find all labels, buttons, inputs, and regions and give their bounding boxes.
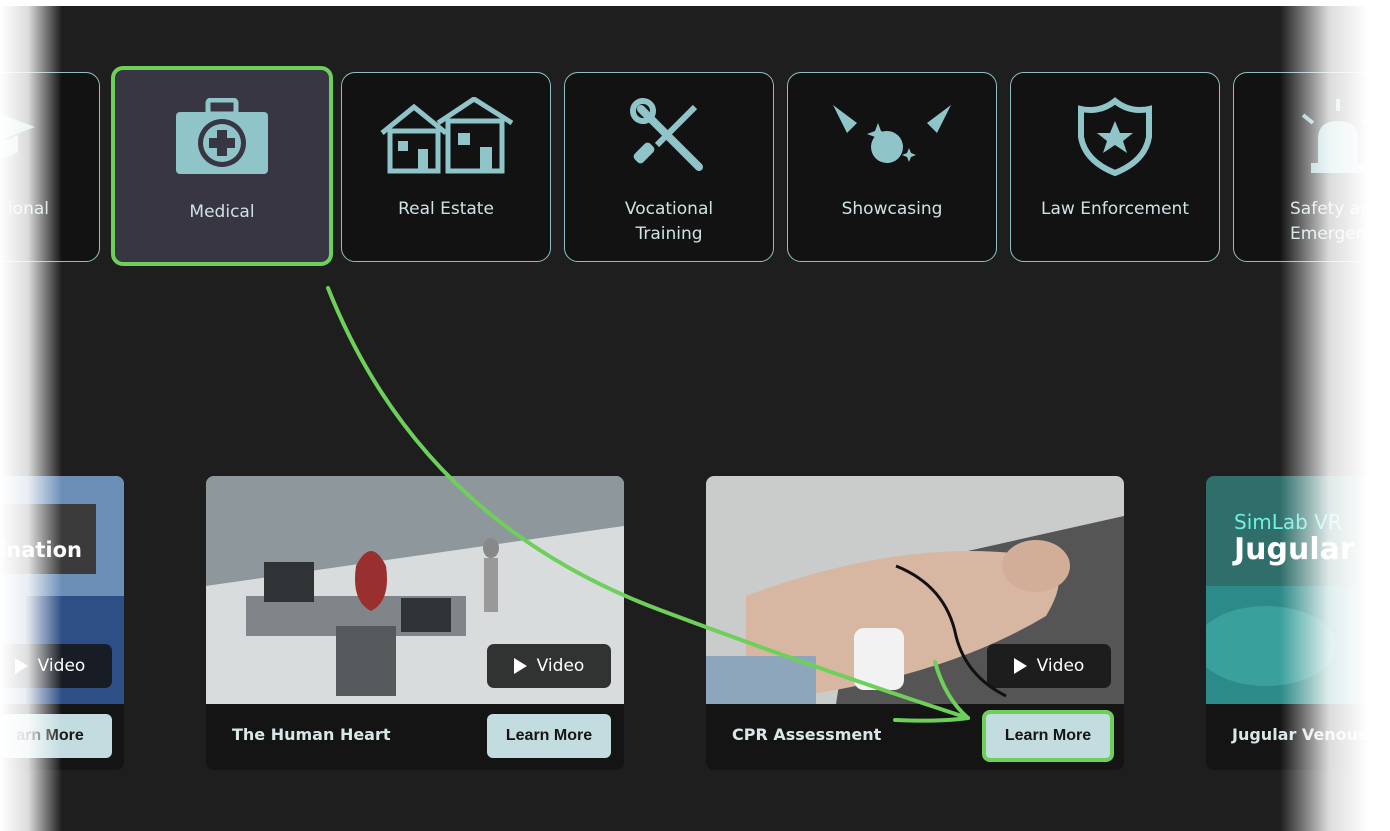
course-card-cpr-assessment: Video CPR Assessment Learn More [706,476,1124,770]
course-title: The Human Heart [232,725,391,744]
thumbnail-brand: SimLab VR [1234,510,1342,534]
course-card-jugular-venous: SimLab VR Jugular Vei Jugular Venous [1206,476,1390,770]
course-card-examination: nination Video arn More [0,476,124,770]
thumbnail-caption: Jugular Vei [1234,532,1390,567]
medical-kit-icon [115,98,329,178]
learn-more-button[interactable]: Learn More [982,710,1114,762]
video-button[interactable]: Video [487,644,611,688]
top-edge [0,0,1390,6]
learn-more-button[interactable]: Learn More [487,714,611,758]
category-card-medical[interactable]: Medical [111,66,333,266]
category-label: Showcasing [841,199,943,219]
category-card-showcasing[interactable]: Showcasing [787,72,997,262]
wrench-screwdriver-icon [565,97,773,177]
category-card-vocational-training[interactable]: Vocational Training [564,72,774,262]
category-card-real-estate[interactable]: Real Estate [341,72,551,262]
houses-icon [342,97,550,177]
category-label: Medical [189,202,255,222]
course-thumbnail: SimLab VR Jugular Vei [1206,476,1390,704]
category-label: Real Estate [398,199,494,219]
play-icon [1013,658,1027,674]
video-label: Video [37,656,86,676]
video-button[interactable]: Video [987,644,1111,688]
spotlight-icon [788,97,996,177]
category-card-law-enforcement[interactable]: Law Enforcement [1010,72,1220,262]
course-title: Jugular Venous [1232,725,1368,744]
category-label: Safety an Emergenc [1290,199,1376,244]
play-icon [14,658,28,674]
category-card-educational[interactable]: ional [0,72,100,262]
course-card-human-heart: Video The Human Heart Learn More [206,476,624,770]
category-card-safety-emergency[interactable]: Safety an Emergenc [1233,72,1390,262]
graduation-cap-icon [0,97,99,177]
thumbnail-caption: nination [0,538,82,562]
play-icon [513,658,527,674]
category-label: ional [7,199,49,219]
video-label: Video [536,656,585,676]
category-label: Vocational Training [624,199,714,244]
learn-more-button[interactable]: arn More [0,714,112,758]
video-label: Video [1036,656,1085,676]
video-button[interactable]: Video [0,644,112,688]
page: ional Medical Real Estate Vocational Tra… [0,0,1390,831]
police-badge-icon [1011,97,1219,177]
category-label: Law Enforcement [1041,199,1189,219]
course-title: CPR Assessment [732,725,882,744]
alarm-light-icon [1234,97,1390,177]
